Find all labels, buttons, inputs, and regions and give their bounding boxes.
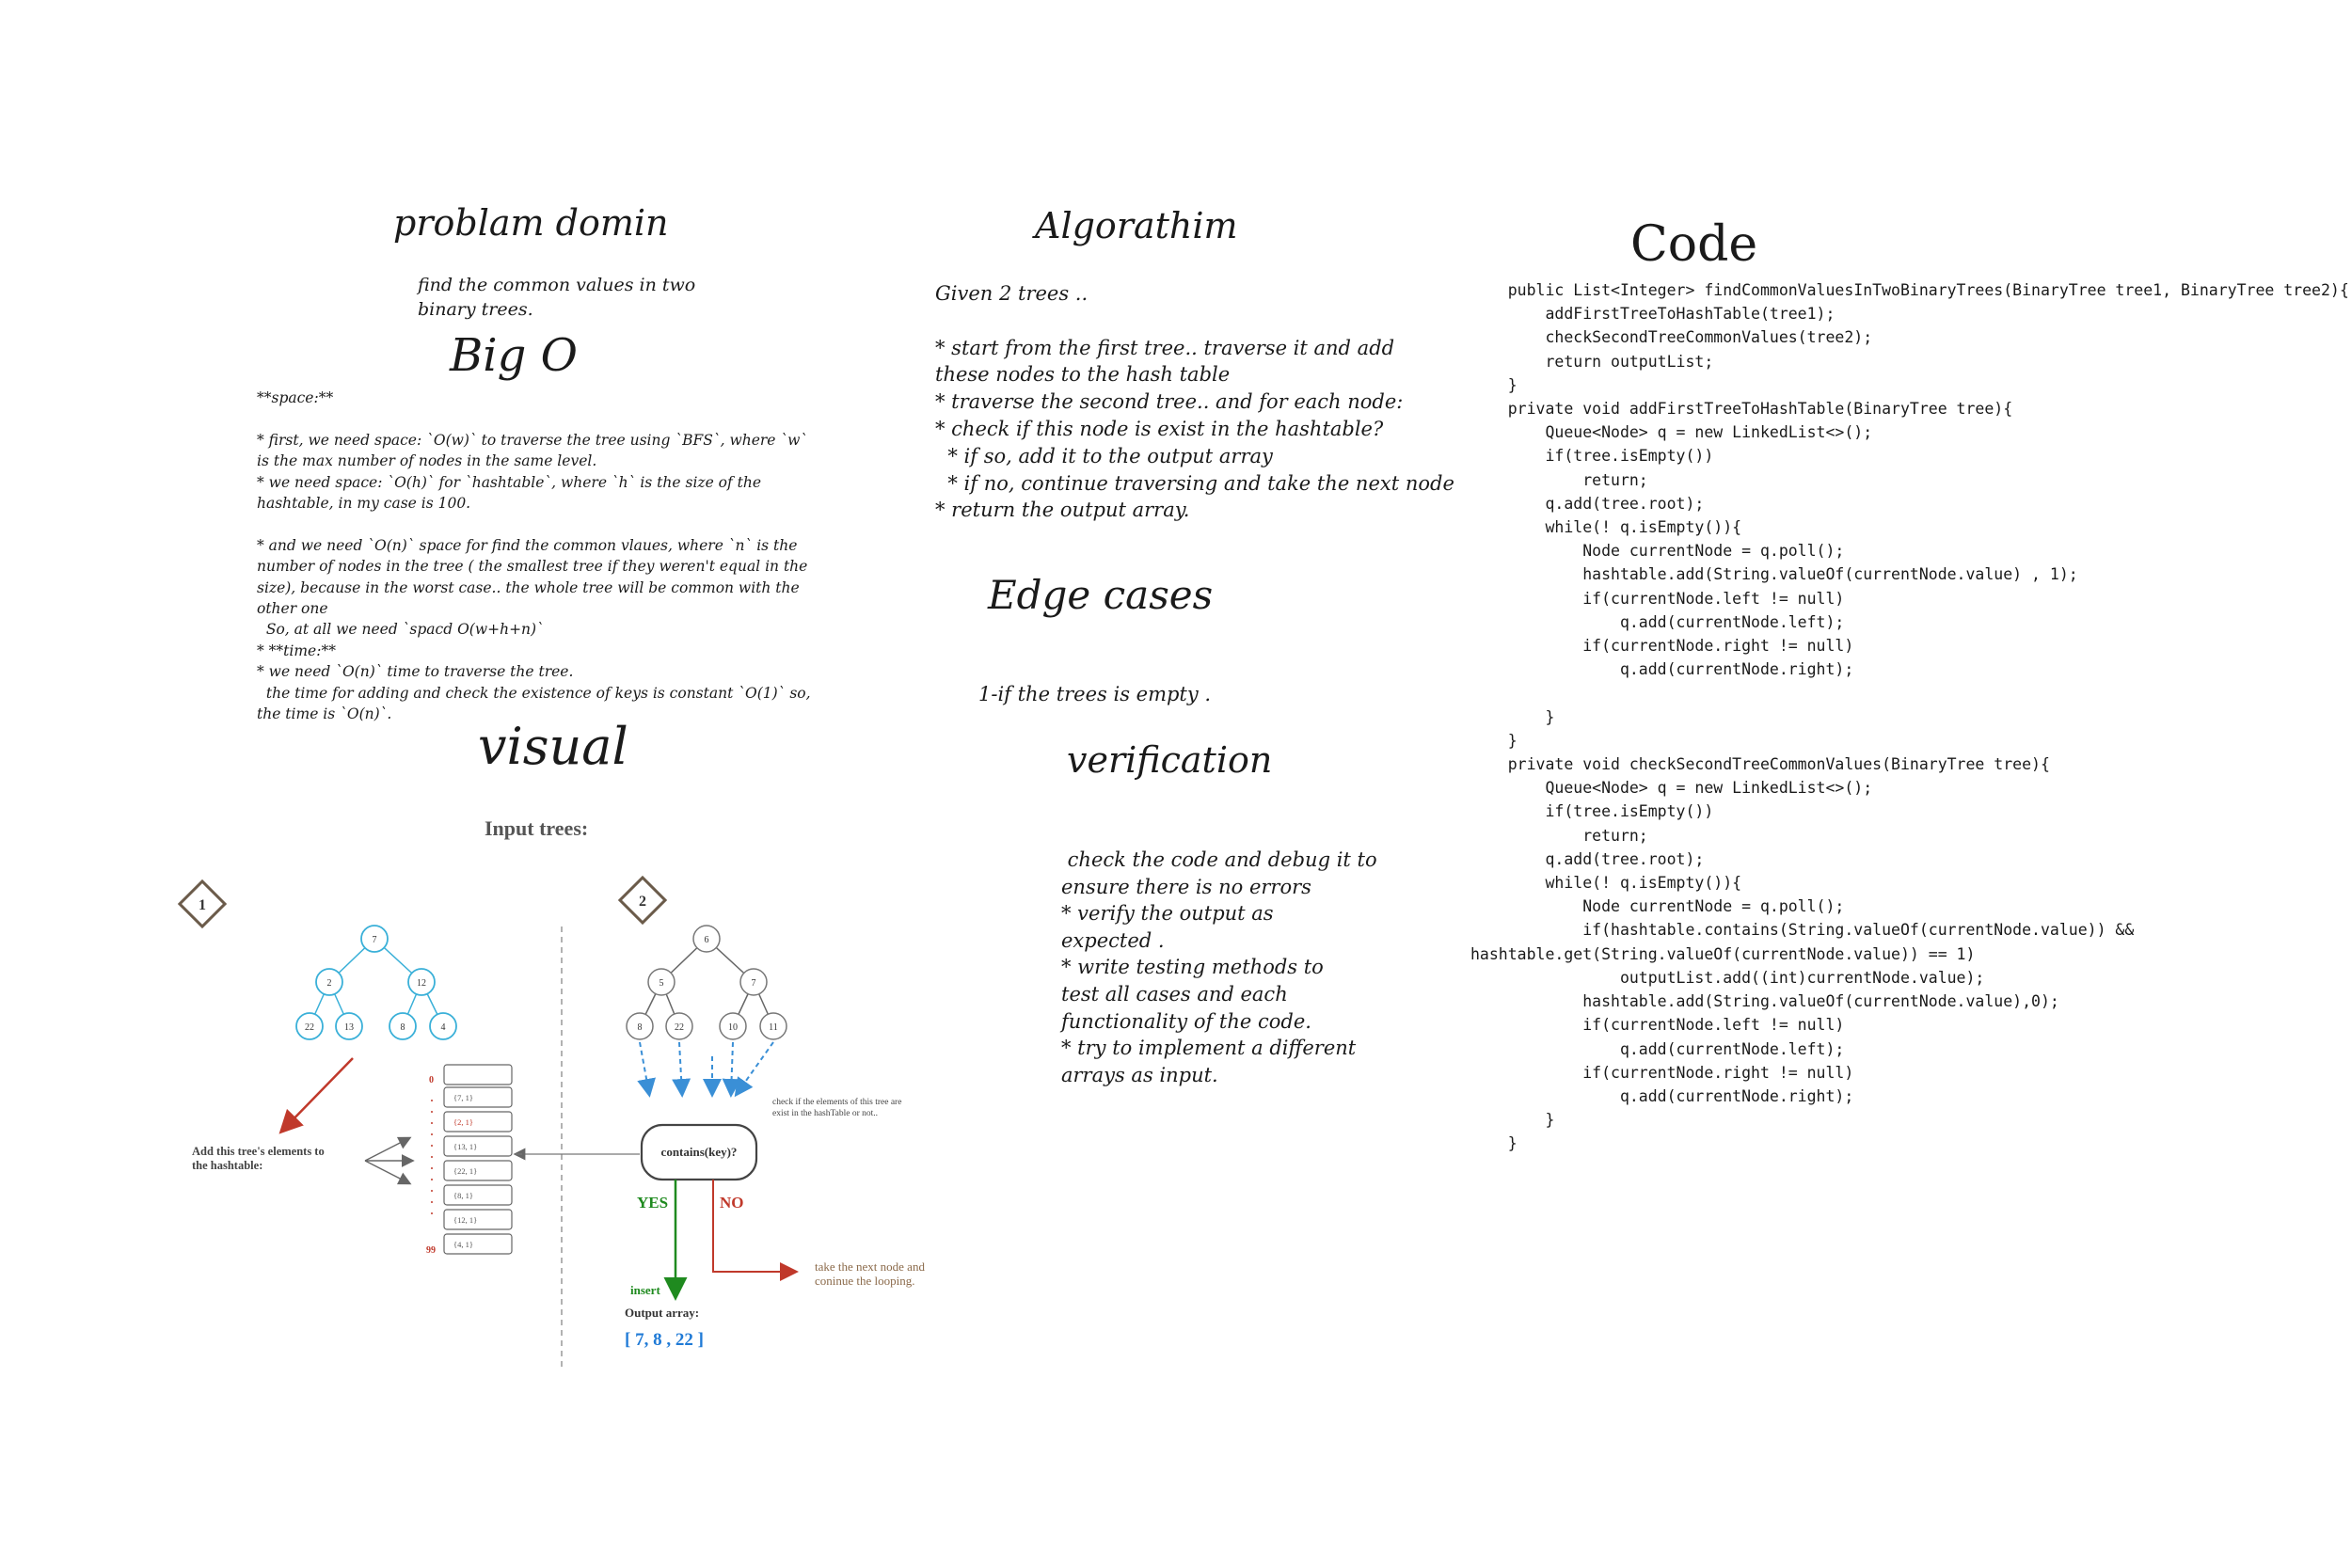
visual-diagram: 1 2 7 2 12 22 13 8 4 6 5 7 8 22 10 11 Ad…: [177, 875, 925, 1369]
check-arrows: [637, 1041, 774, 1098]
next-label-line1: take the next node and: [815, 1259, 925, 1274]
code-title: Code: [1630, 216, 1758, 273]
tree1-node-label: 7: [373, 935, 377, 945]
tree2-node-label: 5: [660, 978, 664, 989]
tree1-node-label: 4: [441, 1022, 446, 1033]
insert-label: insert: [630, 1283, 660, 1297]
algorithm-title: Algorathim: [1035, 205, 1238, 246]
algorithm-text: Given 2 trees .. * start from the first …: [935, 282, 1454, 522]
edge-cases-title: Edge cases: [988, 572, 1214, 618]
tree2-badge-label: 2: [639, 894, 646, 910]
add-label-line1: Add this tree's elements to: [192, 1145, 325, 1158]
tree1-node-label: 2: [327, 978, 332, 989]
tree1-node-label: 13: [344, 1022, 354, 1033]
hash-index-dots: [431, 1100, 433, 1214]
input-trees-label: Input trees:: [485, 816, 589, 840]
big-o-title: Big O: [450, 329, 578, 382]
hashtable-row-label: {13, 1}: [453, 1142, 477, 1151]
hash-index-end: 99: [426, 1245, 436, 1256]
no-label: NO: [720, 1194, 744, 1212]
contains-label: contains(key)?: [661, 1145, 738, 1159]
tree2-node-label: 11: [769, 1022, 778, 1033]
tree1-badge: 1: [177, 879, 228, 929]
problem-domain-text: find the common values in two binary tre…: [418, 275, 696, 320]
hashtable-row-label: {7, 1}: [453, 1093, 473, 1102]
output-value: [ 7, 8 , 22 ]: [625, 1330, 704, 1350]
check-note-line1: check if the elements of this tree are: [772, 1097, 901, 1107]
tree2-node-label: 22: [675, 1022, 684, 1033]
tree1-badge-label: 1: [199, 897, 206, 913]
hashtable-row-label: {22, 1}: [453, 1166, 477, 1176]
check-note-line2: exist in the hashTable or not..: [772, 1109, 878, 1118]
tree1-node-label: 8: [401, 1022, 405, 1033]
hash-index-start: 0: [429, 1075, 434, 1085]
visual-title: visual: [478, 717, 628, 776]
verification-text: check the code and debug it to ensure th…: [1061, 848, 1377, 1086]
tree2-badge: 2: [617, 875, 668, 926]
output-label: Output array:: [625, 1306, 699, 1320]
add-to-hash-arrow: [278, 1057, 354, 1134]
problem-domain-title: problam domin: [393, 202, 669, 244]
tree2-node-label: 10: [728, 1022, 738, 1033]
tree1-node-label: 22: [305, 1022, 314, 1033]
tree2-node-label: 8: [638, 1022, 643, 1033]
big-o-text: **space:** * first, we need space: `O(w)…: [257, 389, 811, 723]
edge-cases-text: 1-if the trees is empty .: [978, 683, 1212, 705]
hashtable-row-label: {8, 1}: [453, 1191, 473, 1200]
code-block: public List<Integer> findCommonValuesInT…: [1470, 281, 2349, 1153]
add-label-line2: the hashtable:: [192, 1159, 262, 1172]
yes-label: YES: [637, 1194, 668, 1212]
tree1-node-label: 12: [417, 978, 426, 989]
hashtable-row-label: {12, 1}: [453, 1215, 477, 1225]
hashtable-row-label: {4, 1}: [453, 1240, 473, 1249]
tree2-node-label: 7: [752, 978, 756, 989]
hashtable-row-label: {2, 1}: [453, 1117, 473, 1127]
verification-title: verification: [1067, 739, 1273, 781]
fan-arrows: [364, 1136, 415, 1185]
next-label-line2: coninue the looping.: [815, 1274, 915, 1288]
tree2-node-label: 6: [705, 935, 709, 945]
